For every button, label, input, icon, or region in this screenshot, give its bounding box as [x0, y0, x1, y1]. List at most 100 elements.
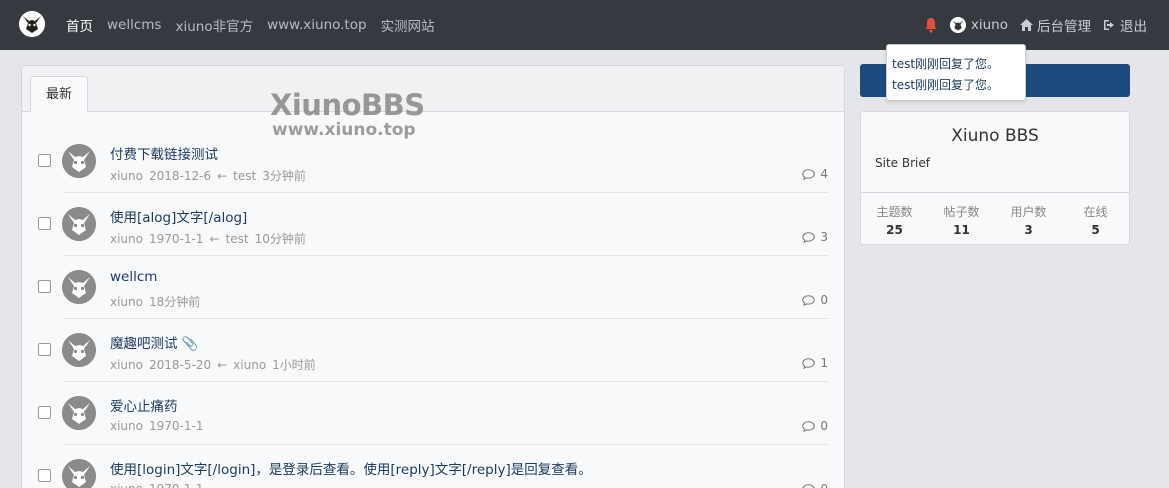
tab-latest[interactable]: 最新: [30, 76, 88, 113]
thread-checkbox[interactable]: [38, 217, 51, 230]
notification-item[interactable]: test刚刚回复了您。: [892, 54, 1025, 75]
nav-link-home[interactable]: 首页: [66, 15, 93, 35]
reply-count: 3: [802, 230, 828, 244]
comment-icon: [802, 357, 820, 369]
thread-row[interactable]: 使用[login]文字[/login]，是登录后查看。使用[reply]文字[/…: [22, 445, 844, 488]
thread-title[interactable]: 魔趣吧测试: [110, 336, 178, 352]
thread-author[interactable]: xiuno: [110, 419, 143, 433]
avatar[interactable]: [62, 333, 96, 367]
site-stats: 主题数 25 帖子数 11 用户数 3 在线 5: [861, 192, 1129, 237]
reply-count-value: 1: [820, 356, 828, 370]
nav-link-test-site[interactable]: 实测网站: [381, 15, 435, 35]
thread-checkbox[interactable]: [38, 280, 51, 293]
thread-title-wrap[interactable]: 使用[alog]文字[/alog]: [110, 206, 247, 226]
home-icon: [1020, 19, 1033, 31]
thread-row[interactable]: 魔趣吧测试 📎 xiuno 2018-5-20 ← xiuno 1小时前 1: [22, 319, 844, 382]
avatar[interactable]: [62, 144, 96, 178]
nav-link-wellcms[interactable]: wellcms: [107, 17, 161, 33]
comment-icon: [802, 231, 820, 243]
thread-date: 1970-1-1: [149, 482, 203, 488]
last-reply-user[interactable]: xiuno: [233, 358, 266, 372]
thread-title-wrap[interactable]: wellcm: [110, 269, 157, 285]
reply-count-value: 3: [820, 230, 828, 244]
admin-link[interactable]: 后台管理: [1020, 15, 1091, 35]
thread-list: 付费下载链接测试 xiuno 2018-12-6 ← test 3分钟前 4 使用[alog]…: [22, 130, 844, 488]
thread-checkbox[interactable]: [38, 154, 51, 167]
thread-meta: xiuno 1970-1-1: [110, 419, 209, 433]
notification-dropdown: test刚刚回复了您。 test刚刚回复了您。: [886, 44, 1026, 101]
thread-author[interactable]: xiuno: [110, 232, 143, 246]
reply-count-value: 0: [820, 293, 828, 307]
logout-link[interactable]: 退出: [1103, 15, 1147, 35]
reply-count-value: 4: [820, 167, 828, 181]
site-brief: Site Brief: [875, 156, 930, 170]
stat-label: 用户数: [1010, 205, 1047, 219]
last-reply-time: 1小时前: [272, 358, 316, 372]
stat-value: 5: [1091, 223, 1100, 237]
thread-checkbox[interactable]: [38, 406, 51, 419]
thread-author[interactable]: xiuno: [110, 295, 143, 309]
thread-title-wrap[interactable]: 付费下载链接测试: [110, 143, 218, 163]
last-reply-user[interactable]: test: [226, 232, 249, 246]
thread-checkbox[interactable]: [38, 343, 51, 356]
thread-title[interactable]: 付费下载链接测试: [110, 147, 218, 163]
thread-author[interactable]: xiuno: [110, 358, 143, 372]
last-reply-time: 10分钟前: [254, 232, 306, 246]
notification-item[interactable]: test刚刚回复了您。: [892, 75, 1025, 96]
stat-label: 在线: [1083, 205, 1108, 219]
user-avatar: [949, 17, 966, 33]
avatar[interactable]: [62, 396, 96, 430]
thread-checkbox[interactable]: [38, 469, 51, 482]
thread-meta: xiuno 18分钟前: [110, 293, 206, 310]
thread-title[interactable]: 使用[login]文字[/login]，是登录后查看。使用[reply]文字[/…: [110, 462, 592, 478]
thread-author[interactable]: xiuno: [110, 169, 143, 183]
stat-label: 帖子数: [943, 205, 980, 219]
comment-icon: [802, 483, 820, 488]
tab-bar: 最新: [22, 66, 844, 113]
avatar[interactable]: [62, 270, 96, 304]
thread-meta: xiuno 2018-12-6 ← test 3分钟前: [110, 167, 312, 184]
thread-date: 2018-12-6: [149, 169, 212, 183]
top-navbar: 首页 wellcms xiuno非官方 www.xiuno.top 实测网站 x…: [0, 0, 1169, 50]
thread-title-wrap[interactable]: 魔趣吧测试 📎: [110, 332, 198, 352]
user-menu[interactable]: xiuno: [949, 17, 1008, 33]
reply-arrow: ←: [209, 232, 220, 246]
thread-title[interactable]: 爱心止痛药: [110, 399, 178, 415]
thread-author[interactable]: xiuno: [110, 482, 143, 488]
bell-icon[interactable]: [924, 17, 938, 33]
stat-value: 3: [1024, 223, 1033, 237]
avatar[interactable]: [62, 207, 96, 241]
main-nav: 首页 wellcms xiuno非官方 www.xiuno.top 实测网站: [66, 0, 449, 50]
thread-row[interactable]: 爱心止痛药 xiuno 1970-1-1 0: [22, 382, 844, 445]
thread-title-wrap[interactable]: 爱心止痛药: [110, 395, 178, 415]
reply-count-value: 0: [820, 482, 828, 488]
nav-link-xiuno-top[interactable]: www.xiuno.top: [267, 17, 366, 33]
thread-title-wrap[interactable]: 使用[login]文字[/login]，是登录后查看。使用[reply]文字[/…: [110, 458, 592, 478]
reply-count: 0: [802, 293, 828, 307]
reply-arrow: ←: [217, 358, 228, 372]
thread-meta: xiuno 1970-1-1 ← test 10分钟前: [110, 230, 312, 247]
stat-value: 11: [953, 223, 970, 237]
sign-out-icon: [1104, 20, 1114, 30]
thread-date: 18分钟前: [149, 295, 201, 309]
thread-row[interactable]: 付费下载链接测试 xiuno 2018-12-6 ← test 3分钟前 4: [22, 130, 844, 193]
admin-label: 后台管理: [1037, 19, 1091, 35]
thread-list-card: 最新 XiunoBBS www.xiuno.top 付费下载链接测试 xiuno 2…: [21, 65, 845, 488]
stat-users: 用户数 3: [995, 203, 1062, 237]
username-label: xiuno: [970, 17, 1008, 33]
stat-online: 在线 5: [1062, 203, 1129, 237]
last-reply-user[interactable]: test: [233, 169, 256, 183]
paperclip-icon: 📎: [181, 336, 199, 352]
nav-link-xiuno-unofficial[interactable]: xiuno非官方: [175, 15, 253, 35]
thread-title[interactable]: wellcm: [110, 269, 157, 285]
stat-value: 25: [886, 223, 903, 237]
thread-row[interactable]: wellcm xiuno 18分钟前 0: [22, 256, 844, 319]
thread-title[interactable]: 使用[alog]文字[/alog]: [110, 210, 247, 226]
thread-row[interactable]: 使用[alog]文字[/alog] xiuno 1970-1-1 ← test 10分钟前…: [22, 193, 844, 256]
comment-icon: [802, 294, 820, 306]
reply-count-value: 0: [820, 419, 828, 433]
thread-date: 1970-1-1: [149, 232, 204, 246]
avatar[interactable]: [62, 459, 96, 488]
thread-meta: xiuno 1970-1-1: [110, 482, 209, 488]
site-logo-icon[interactable]: [19, 11, 45, 37]
